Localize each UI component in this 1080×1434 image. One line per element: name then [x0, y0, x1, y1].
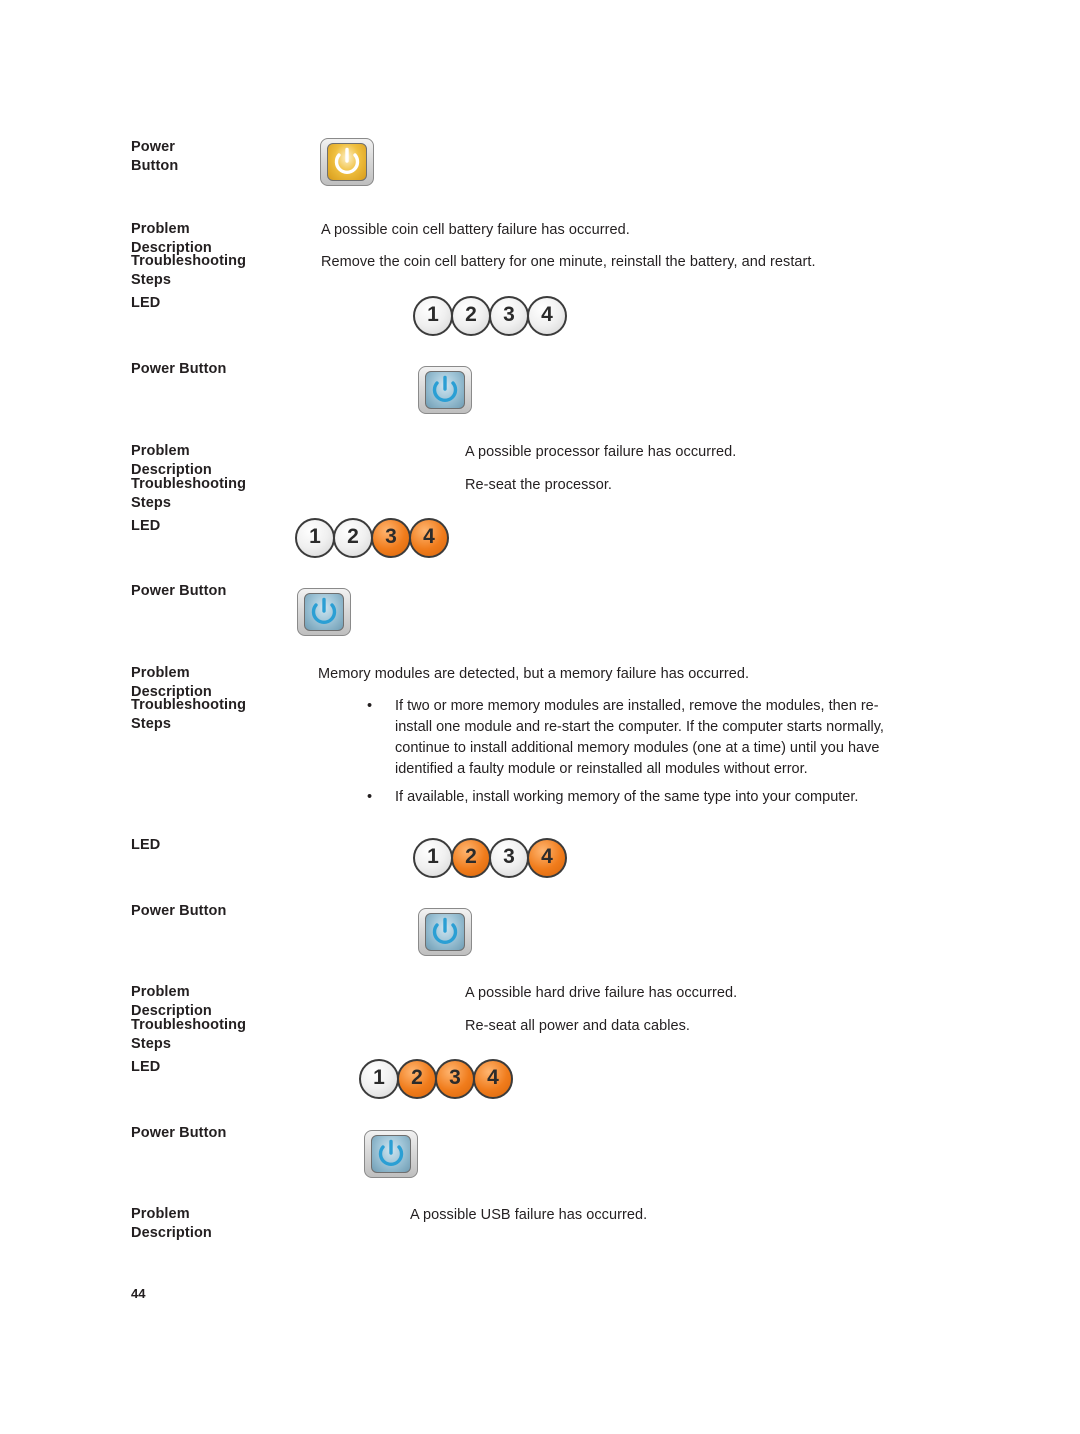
bullet-icon: •: [367, 789, 373, 806]
power-symbol-icon: [364, 1130, 418, 1178]
block-hard-drive-power-button-label: Power Button: [131, 902, 226, 921]
power-button-label: Power Button: [131, 1125, 227, 1141]
led-2: 2: [333, 518, 373, 558]
power-button-label: Power Button: [131, 903, 227, 919]
led-1: 1: [413, 296, 453, 336]
led-4: 4: [527, 296, 567, 336]
block-processor-led-group: 1 2 3 4: [295, 518, 449, 558]
block-processor-troubleshooting-row: Troubleshooting Steps Re-seat the proces…: [0, 475, 1080, 513]
list-item: • If two or more memory modules are inst…: [367, 696, 915, 780]
block-hard-drive-power-button-icon: [418, 908, 472, 956]
power-symbol-icon: [297, 588, 351, 636]
problem-description-text: A possible coin cell battery failure has…: [321, 222, 630, 238]
led-3: 3: [489, 296, 529, 336]
led-label: LED: [131, 295, 161, 311]
block-memory-power-button-label: Power Button: [131, 582, 226, 601]
power-button-label: Power Button: [131, 583, 227, 599]
block-memory-troubleshooting-row: Troubleshooting Steps • If two or more m…: [0, 696, 1080, 810]
led-4: 4: [409, 518, 449, 558]
led-1: 1: [359, 1059, 399, 1099]
bullet-text: If available, install working memory of …: [395, 789, 859, 806]
block-coin-cell-power-button-row: Power Button: [0, 138, 1080, 186]
power-symbol-icon: [418, 908, 472, 956]
bullet-icon: •: [367, 698, 373, 714]
led-3: 3: [371, 518, 411, 558]
led-1: 1: [295, 518, 335, 558]
block-hard-drive-led-group: 1 2 3 4: [359, 1059, 513, 1099]
bullet-text: If two or more memory modules are instal…: [395, 698, 884, 778]
power-button-label: Power Button: [131, 139, 179, 174]
block-hard-drive-led-label: LED: [131, 1058, 160, 1077]
power-symbol-icon: [320, 138, 374, 186]
led-2: 2: [451, 296, 491, 336]
block-coin-cell-led-group: 1 2 3 4: [413, 296, 567, 336]
block-usb-problem-row: Problem Description A possible USB failu…: [0, 1205, 1080, 1243]
block-usb-power-button-icon: [364, 1130, 418, 1178]
troubleshooting-bullet-list: • If two or more memory modules are inst…: [367, 696, 915, 808]
power-button-label: Power Button: [131, 361, 227, 377]
problem-description-text: Memory modules are detected, but a memor…: [318, 666, 750, 682]
block-processor-power-button-label: Power Button: [131, 360, 226, 379]
problem-description-text: A possible processor failure has occurre…: [465, 444, 737, 460]
power-button-icon-blue: [364, 1130, 418, 1178]
led-2: 2: [397, 1059, 437, 1099]
led-label: LED: [131, 837, 161, 853]
block-coin-cell-led-label: LED: [131, 294, 160, 313]
block-coin-cell-troubleshooting-row: Troubleshooting Steps Remove the coin ce…: [0, 252, 1080, 290]
list-item: • If available, install working memory o…: [367, 787, 915, 808]
page-number: 44: [131, 1286, 146, 1301]
power-button-icon-amber: [320, 138, 374, 186]
block-memory-power-button-icon: [297, 588, 351, 636]
block-memory-led-label: LED: [131, 836, 160, 855]
block-processor-power-button-icon: [418, 366, 472, 414]
document-page: Power Button Problem Description A possi…: [0, 0, 1080, 1434]
power-button-icon-blue: [418, 908, 472, 956]
troubleshooting-steps-text: Re-seat the processor.: [465, 477, 612, 493]
led-label: LED: [131, 518, 161, 534]
power-symbol-icon: [418, 366, 472, 414]
block-usb-power-button-label: Power Button: [131, 1124, 226, 1143]
problem-description-text: A possible hard drive failure has occurr…: [465, 985, 738, 1001]
led-label: LED: [131, 1059, 161, 1075]
block-memory-led-group: 1 2 3 4: [413, 838, 567, 878]
led-3: 3: [489, 838, 529, 878]
troubleshooting-steps-text: Re-seat all power and data cables.: [465, 1018, 690, 1034]
troubleshooting-steps-text: Remove the coin cell battery for one min…: [321, 254, 816, 270]
block-hard-drive-troubleshooting-row: Troubleshooting Steps Re-seat all power …: [0, 1016, 1080, 1054]
problem-description-text: A possible USB failure has occurred.: [410, 1207, 648, 1223]
led-4: 4: [473, 1059, 513, 1099]
power-button-icon-blue: [297, 588, 351, 636]
led-3: 3: [435, 1059, 475, 1099]
led-2: 2: [451, 838, 491, 878]
block-processor-led-label: LED: [131, 517, 160, 536]
power-button-icon-blue: [418, 366, 472, 414]
led-4: 4: [527, 838, 567, 878]
led-1: 1: [413, 838, 453, 878]
